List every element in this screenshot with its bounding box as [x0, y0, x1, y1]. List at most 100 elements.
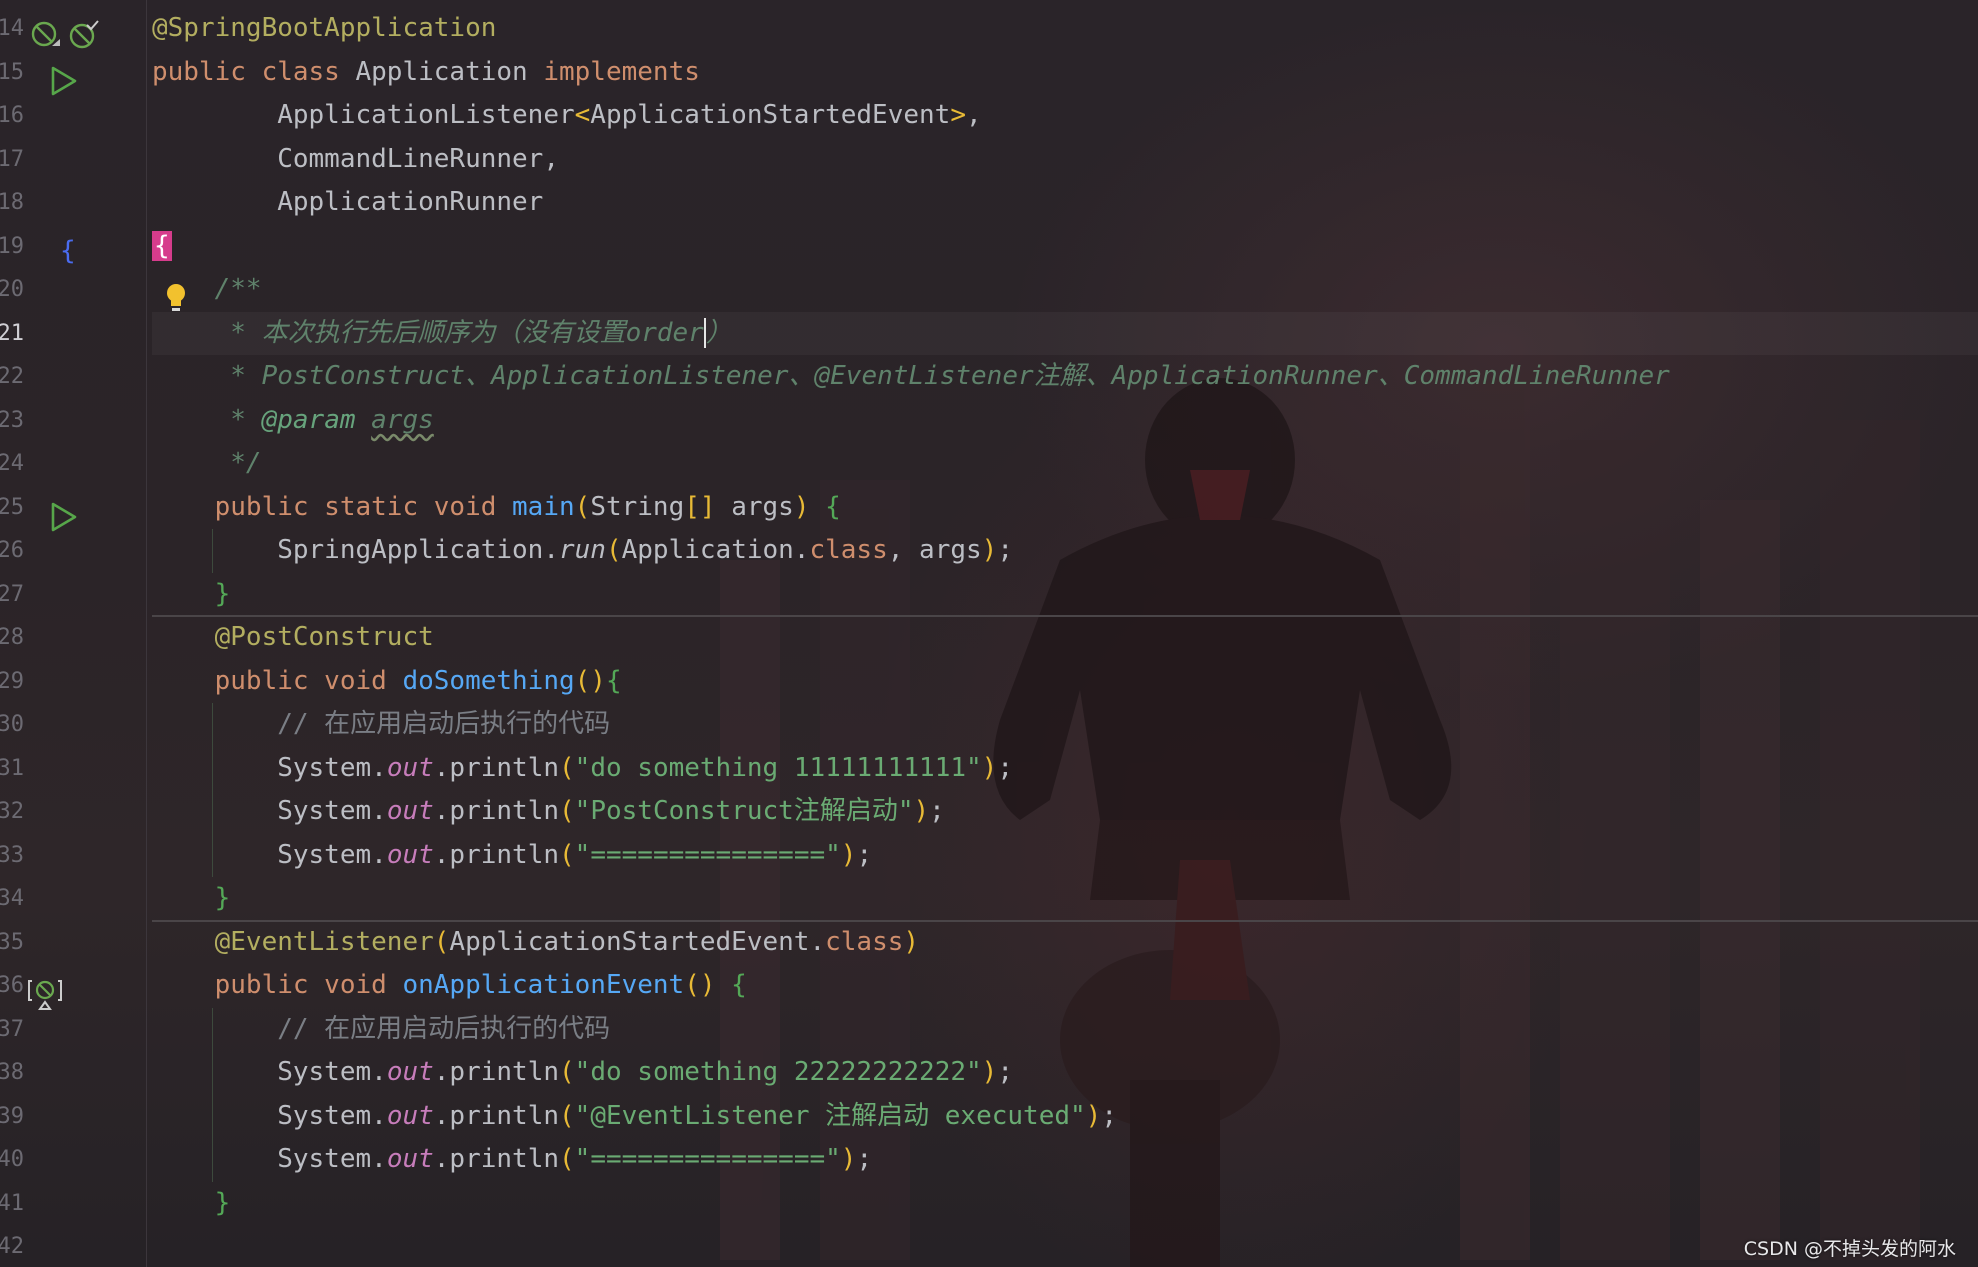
code-token: run — [559, 535, 606, 565]
line-number[interactable]: 18 — [0, 181, 24, 225]
code-token: ） — [705, 317, 732, 348]
code-token: () — [684, 970, 716, 1000]
watermark: CSDN @不掉头发的阿水 — [1743, 1238, 1956, 1260]
code-line[interactable]: SpringApplication.run(Application.class,… — [152, 529, 1978, 573]
code-line[interactable]: System.out.println("@EventListener 注解启动 … — [152, 1095, 1978, 1139]
intention-bulb-icon[interactable] — [163, 282, 189, 318]
code-line[interactable]: @SpringBootApplication — [152, 7, 1978, 51]
line-number[interactable]: 19 — [0, 225, 24, 269]
line-number[interactable]: 40 — [0, 1138, 24, 1182]
line-number[interactable]: 25 — [0, 486, 24, 530]
code-token: System. — [152, 1057, 387, 1087]
code-line[interactable]: public void doSomething(){ — [152, 660, 1978, 704]
line-number[interactable]: 41 — [0, 1182, 24, 1226]
code-line[interactable]: System.out.println("do something 2222222… — [152, 1051, 1978, 1095]
code-token: ( — [605, 535, 622, 565]
line-number[interactable]: 15 — [0, 51, 24, 95]
run-main-icon[interactable] — [50, 502, 78, 532]
code-line[interactable]: } — [152, 877, 1978, 921]
line-number[interactable]: 37 — [0, 1008, 24, 1052]
line-number[interactable]: 32 — [0, 790, 24, 834]
code-token: ) — [1085, 1100, 1102, 1131]
code-line[interactable]: System.out.println("do something 1111111… — [152, 747, 1978, 791]
code-token: ( — [559, 1144, 575, 1174]
code-line[interactable]: // 在应用启动后执行的代码 — [152, 703, 1978, 747]
code-token: out — [386, 796, 434, 826]
code-line[interactable]: System.out.println("PostConstruct注解启动"); — [152, 790, 1978, 834]
code-token: ( — [559, 796, 575, 826]
code-line[interactable]: * 本次执行先后顺序为（没有设置order） — [152, 311, 1978, 355]
code-line[interactable]: public class Application implements — [152, 51, 1978, 95]
code-token: @EventListener — [152, 926, 434, 957]
code-token: ( — [433, 926, 450, 957]
code-token: { — [152, 230, 172, 261]
line-number[interactable]: 35 — [0, 921, 24, 965]
code-token: @param — [261, 404, 356, 435]
code-line[interactable]: // 在应用启动后执行的代码 — [152, 1008, 1978, 1052]
line-number[interactable]: 42 — [0, 1225, 24, 1267]
code-token: onApplicationEvent — [402, 970, 685, 1000]
code-token: ) — [840, 839, 857, 870]
code-token: out — [386, 1144, 434, 1174]
code-token: ( — [559, 839, 575, 870]
method-separator — [152, 615, 1978, 617]
indent-guide — [212, 529, 213, 573]
code-line[interactable]: ApplicationListener<ApplicationStartedEv… — [152, 94, 1978, 138]
code-line[interactable]: * @param args — [152, 399, 1978, 443]
code-line[interactable]: System.out.println("==============="); — [152, 834, 1978, 878]
code-line[interactable]: public void onApplicationEvent() { — [152, 964, 1978, 1008]
code-line[interactable]: } — [152, 573, 1978, 617]
event-listener-icon[interactable] — [28, 978, 62, 1016]
code-token: .println — [433, 752, 560, 783]
line-number[interactable]: 21 — [0, 312, 24, 356]
line-number[interactable]: 16 — [0, 94, 24, 138]
run-class-icon[interactable] — [50, 66, 78, 96]
spring-config-icon[interactable] — [68, 20, 100, 52]
line-number[interactable]: 33 — [0, 834, 24, 878]
code-token: ; — [997, 752, 1013, 783]
line-number[interactable]: 20 — [0, 268, 24, 312]
code-token: System. — [152, 839, 387, 870]
code-line[interactable]: System.out.println("==============="); — [152, 1138, 1978, 1182]
line-number[interactable]: 22 — [0, 355, 24, 399]
code-token: ; — [856, 1144, 873, 1174]
code-token: > — [950, 100, 966, 130]
code-line[interactable]: */ — [152, 442, 1978, 486]
code-line[interactable]: CommandLineRunner, — [152, 138, 1978, 182]
line-number[interactable]: 26 — [0, 529, 24, 573]
code-token: CommandLineRunner, — [152, 143, 559, 174]
code-editor[interactable]: 14 @SpringBootApplication 15 public class A… — [0, 0, 1978, 1267]
line-number[interactable]: 24 — [0, 442, 24, 486]
line-number[interactable]: 34 — [0, 877, 24, 921]
line-number[interactable]: 23 — [0, 399, 24, 443]
code-line[interactable] — [152, 1225, 1978, 1267]
code-line[interactable]: * PostConstruct、ApplicationListener、@Eve… — [152, 355, 1978, 399]
code-token: * PostConstruct、ApplicationListener、@Eve… — [152, 361, 1670, 391]
code-line[interactable]: @PostConstruct — [152, 616, 1978, 660]
code-token: ApplicationRunner — [152, 187, 544, 217]
fold-brace-icon[interactable]: { — [60, 236, 76, 266]
line-number[interactable]: 27 — [0, 573, 24, 617]
code-line[interactable]: } — [152, 1182, 1978, 1226]
spring-bean-icon[interactable] — [30, 20, 62, 52]
code-line[interactable]: public static void main(String[] args) { — [152, 486, 1978, 530]
code-token: */ — [152, 448, 262, 478]
code-line[interactable]: /** — [152, 268, 1978, 312]
code-line[interactable]: @EventListener(ApplicationStartedEvent.c… — [152, 921, 1978, 965]
line-number[interactable]: 30 — [0, 703, 24, 747]
line-number[interactable]: 39 — [0, 1095, 24, 1139]
method-separator — [152, 919, 1978, 922]
code-token: // 在应用启动后执行的代码 — [152, 1013, 611, 1044]
line-number[interactable]: 29 — [0, 660, 24, 704]
code-line[interactable]: { — [152, 225, 1978, 269]
line-number[interactable]: 14 — [0, 7, 24, 51]
line-number[interactable]: 36 — [0, 964, 24, 1008]
line-number[interactable]: 28 — [0, 616, 24, 660]
line-number[interactable]: 17 — [0, 138, 24, 182]
line-number[interactable]: 38 — [0, 1051, 24, 1095]
line-number[interactable]: 31 — [0, 747, 24, 791]
code-token: // 在应用启动后执行的代码 — [152, 709, 611, 739]
code-line[interactable]: ApplicationRunner — [152, 181, 1978, 225]
code-token: "do something 22222222222" — [574, 1057, 982, 1087]
code-token: System. — [152, 1144, 387, 1174]
